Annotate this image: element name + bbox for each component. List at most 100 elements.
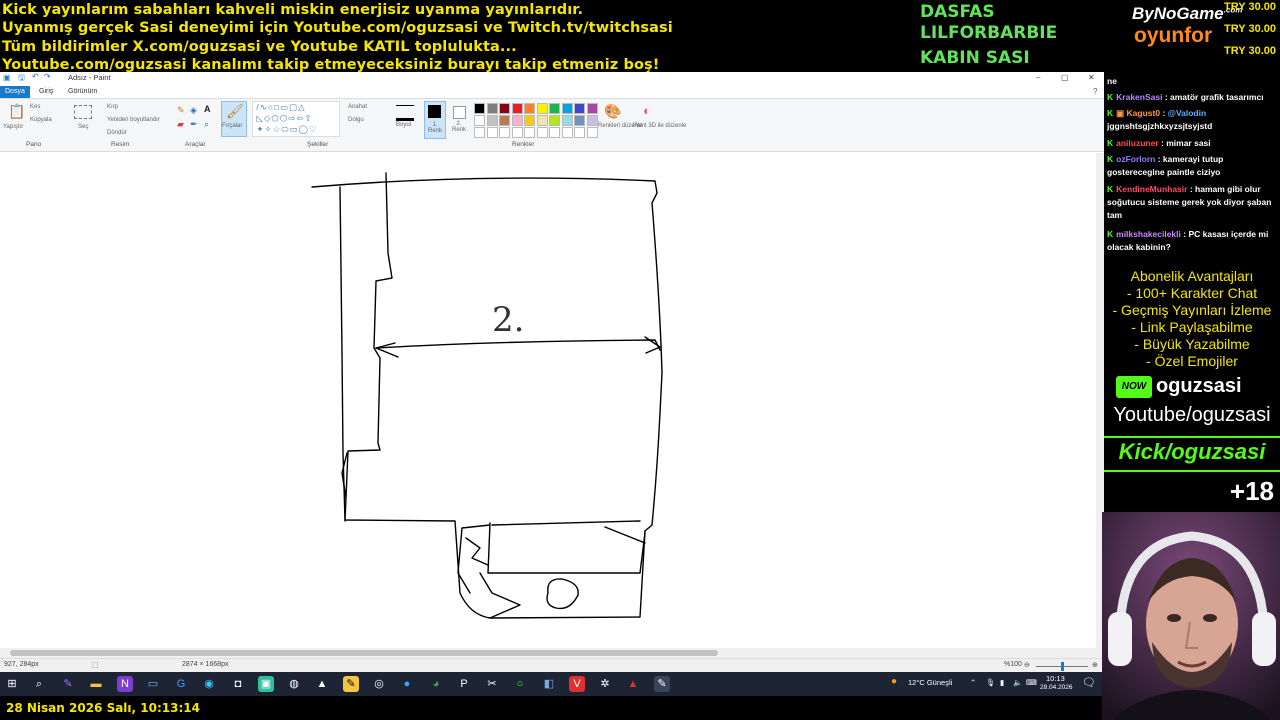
tab-file[interactable]: Dosya: [0, 86, 30, 98]
palette-swatch[interactable]: [561, 115, 573, 126]
custom-color-slot[interactable]: [511, 127, 523, 138]
app-icon[interactable]: ▲: [625, 676, 641, 692]
color2-button[interactable]: 2. Renk: [449, 101, 469, 137]
palette-swatch[interactable]: [574, 103, 585, 114]
edge-icon[interactable]: ◉: [201, 676, 217, 692]
paste-icon[interactable]: 📋: [8, 103, 25, 120]
eraser-icon[interactable]: ▰: [177, 119, 184, 130]
sticky-notes-icon[interactable]: ✎: [343, 676, 359, 692]
palette-swatch[interactable]: [499, 115, 510, 126]
custom-color-slot[interactable]: [486, 127, 498, 138]
close-button[interactable]: ✕: [1088, 73, 1095, 82]
monitor-icon[interactable]: ▭: [145, 676, 161, 692]
palette-swatch[interactable]: [536, 115, 548, 126]
chrome-icon[interactable]: ◕: [428, 676, 444, 692]
redo-icon[interactable]: ↷: [44, 72, 51, 81]
pen-app-icon[interactable]: ✎: [60, 676, 76, 692]
app-icon[interactable]: ✂: [484, 676, 500, 692]
app-icon[interactable]: P: [456, 676, 472, 692]
paint3d-button[interactable]: Paint 3D ile düzenle: [633, 123, 686, 130]
palette-swatch[interactable]: [561, 103, 573, 114]
palette-swatch[interactable]: [524, 115, 535, 126]
shapes-gallery[interactable]: /∿○□▭▢△ ◺◇⬠⬡⇨⇦⇧ ✦✧☆⬭▭◯♡: [252, 101, 340, 137]
select-button[interactable]: Seç: [78, 124, 88, 130]
palette-swatch[interactable]: [474, 103, 485, 114]
resize-button[interactable]: Yeniden boyutlandır: [107, 117, 160, 123]
maximize-button[interactable]: ▢: [1061, 73, 1069, 82]
app-icon[interactable]: ◎: [371, 676, 387, 692]
pencil-icon[interactable]: ✎: [177, 105, 185, 116]
microphone-icon[interactable]: 🎙: [986, 678, 996, 687]
palette-swatch[interactable]: [586, 103, 598, 114]
paint-taskbar-icon[interactable]: ✎: [654, 676, 670, 692]
vivaldi-icon[interactable]: V: [569, 676, 585, 692]
custom-color-slot[interactable]: [574, 127, 585, 138]
zoom-slider-thumb[interactable]: [1061, 662, 1064, 671]
undo-icon[interactable]: ↶: [32, 72, 39, 81]
notifications-icon[interactable]: 🗨: [1082, 676, 1096, 689]
chatgpt-icon[interactable]: ✲: [597, 676, 613, 692]
clock-date[interactable]: 28.04.2026: [1040, 684, 1073, 691]
paste-button[interactable]: Yapıştır: [3, 124, 23, 130]
volume-icon[interactable]: 🔈: [1013, 678, 1022, 687]
palette-swatch[interactable]: [511, 115, 523, 126]
palette-swatch[interactable]: [486, 115, 498, 126]
magnifier-icon[interactable]: ⌕: [204, 119, 209, 130]
palette-swatch[interactable]: [549, 115, 560, 126]
search-icon[interactable]: ⌕: [31, 676, 47, 692]
palette-swatch[interactable]: [574, 115, 585, 126]
text-tool-icon[interactable]: A: [204, 104, 211, 114]
battery-icon[interactable]: ▮: [1000, 678, 1004, 687]
app-icon[interactable]: ●: [399, 676, 415, 692]
size-icon[interactable]: [396, 105, 414, 121]
file-explorer-icon[interactable]: ▬: [88, 676, 104, 692]
zoom-out-icon[interactable]: ⊖: [1024, 661, 1030, 669]
scroll-thumb[interactable]: [10, 650, 718, 656]
palette-swatch[interactable]: [536, 103, 548, 114]
palette-swatch[interactable]: [524, 103, 535, 114]
save-icon[interactable]: 🖫: [18, 72, 25, 86]
minimize-button[interactable]: –: [1036, 73, 1040, 82]
color1-button[interactable]: 1. Renk: [424, 101, 446, 139]
crop-button[interactable]: Kırp: [107, 104, 118, 110]
select-icon[interactable]: [74, 105, 92, 119]
help-icon[interactable]: ?: [1093, 87, 1097, 96]
app-icon[interactable]: ▲: [314, 676, 330, 692]
custom-color-slot[interactable]: [499, 127, 510, 138]
palette-swatch[interactable]: [586, 115, 598, 126]
horizontal-scrollbar[interactable]: [0, 648, 1104, 658]
weather-text[interactable]: 12°C Güneşli: [908, 678, 952, 687]
app-icon[interactable]: ○: [512, 676, 528, 692]
size-button[interactable]: Boyut: [396, 122, 411, 128]
edit-colors-icon[interactable]: 🎨: [604, 103, 621, 120]
custom-color-slot[interactable]: [561, 127, 573, 138]
onenote-icon[interactable]: N: [117, 676, 133, 692]
cut-button[interactable]: Kes: [30, 104, 40, 110]
outline-button[interactable]: Anahat: [348, 104, 367, 110]
rotate-button[interactable]: Döndür: [107, 130, 127, 136]
palette-swatch[interactable]: [474, 115, 485, 126]
custom-color-slot[interactable]: [549, 127, 560, 138]
tray-chevron-icon[interactable]: ⌃: [970, 678, 976, 687]
color-picker-icon[interactable]: ✒: [190, 119, 198, 130]
fill-bucket-icon[interactable]: ◈: [190, 105, 197, 116]
app-icon[interactable]: ◧: [541, 676, 557, 692]
custom-color-slot[interactable]: [524, 127, 535, 138]
start-icon[interactable]: ⊞: [4, 676, 20, 692]
custom-color-slot[interactable]: [474, 127, 485, 138]
palette-swatch[interactable]: [511, 103, 523, 114]
tab-view[interactable]: Görünüm: [63, 86, 102, 98]
app-icon[interactable]: ▣: [258, 676, 274, 692]
palette-swatch[interactable]: [499, 103, 510, 114]
steam-icon[interactable]: ◍: [286, 676, 302, 692]
brushes-button[interactable]: 🖌 Fırçalar: [221, 101, 247, 137]
fill-button[interactable]: Dolgu: [348, 117, 364, 123]
tab-home[interactable]: Giriş: [34, 86, 58, 98]
link-app-icon[interactable]: G: [173, 676, 189, 692]
clock-time[interactable]: 10:13: [1046, 674, 1065, 683]
zoom-in-icon[interactable]: ⊕: [1092, 661, 1098, 669]
palette-swatch[interactable]: [486, 103, 498, 114]
custom-color-slot[interactable]: [536, 127, 548, 138]
custom-color-slot[interactable]: [586, 127, 598, 138]
palette-swatch[interactable]: [549, 103, 560, 114]
